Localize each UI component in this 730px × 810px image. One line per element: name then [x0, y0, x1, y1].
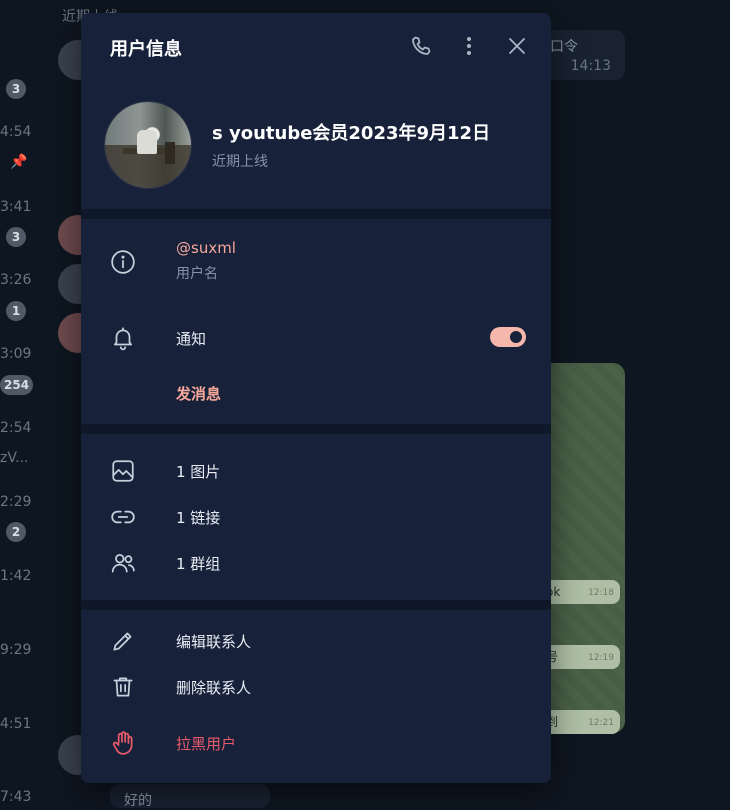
bg-message-time: 14:13 [570, 58, 611, 74]
bg-unread-badge: 2 [6, 522, 26, 542]
hand-stop-icon [110, 730, 136, 756]
send-message-button[interactable]: 发消息 [176, 383, 221, 404]
toggle-knob [508, 329, 524, 345]
bg-message: 到 12:21 [540, 710, 620, 734]
bg-unread-badge: 3 [6, 79, 26, 99]
notifications-toggle[interactable] [490, 327, 526, 347]
bg-message-time: 12:19 [588, 653, 614, 663]
bg-unread-badge: 1 [6, 301, 26, 321]
bg-chat-wallpaper [540, 363, 625, 733]
dialog-header: 用户信息 [81, 13, 551, 79]
delete-contact-row[interactable]: 删除联系人 [81, 664, 551, 708]
link-icon [110, 504, 136, 530]
bg-time: 3:09 [0, 346, 32, 362]
groups-count: 1 群组 [176, 555, 221, 573]
bg-unread-badge: 3 [6, 227, 26, 247]
photos-count: 1 图片 [176, 463, 221, 481]
profile-section: s youtube会员2023年9月12日 近期上线 [81, 79, 551, 209]
edit-contact-row[interactable]: 编辑联系人 [81, 618, 551, 662]
phone-icon[interactable] [409, 34, 433, 58]
bell-icon [110, 325, 136, 351]
users-icon [110, 550, 136, 576]
block-user-button[interactable]: 拉黑用户 [176, 733, 236, 754]
notifications-label: 通知 [176, 330, 207, 348]
bg-message-text: 口令 [550, 39, 578, 55]
links-count: 1 链接 [176, 509, 221, 527]
bg-time: 9:29 [0, 642, 32, 658]
bg-unread-badge: 254 [0, 375, 34, 395]
bg-time: 4:51 [0, 716, 32, 732]
dialog-title: 用户信息 [110, 39, 182, 60]
section-divider [81, 424, 551, 434]
username-caption: 用户名 [176, 266, 218, 282]
delete-contact-button[interactable]: 删除联系人 [176, 677, 251, 698]
bg-message: ok 12:18 [540, 580, 620, 604]
notifications-row[interactable]: 通知 [81, 315, 551, 359]
bg-time: 4:54 [0, 124, 32, 140]
bg-time: 1:42 [0, 568, 32, 584]
more-vertical-icon[interactable] [457, 34, 481, 58]
send-message-row[interactable]: 发消息 [81, 370, 551, 414]
bg-message-time: 12:21 [588, 718, 614, 728]
section-divider [81, 600, 551, 610]
bg-time: 2:29 [0, 494, 32, 510]
pencil-icon [110, 628, 136, 654]
bg-time: 2:54 [0, 420, 32, 436]
bg-message-time: 12:18 [588, 588, 614, 598]
bg-message-bubble: 口令 14:13 [540, 30, 625, 80]
media-groups-row[interactable]: 1 群组 [81, 540, 551, 584]
avatar-photo-detail [137, 130, 157, 154]
bg-message: 号 12:19 [540, 645, 620, 669]
pin-icon: 📌 [10, 154, 28, 170]
trash-icon [110, 674, 136, 700]
section-divider [81, 209, 551, 219]
username-row[interactable] [81, 239, 551, 283]
user-info-dialog: 用户信息 s youtube会员2023年9月12日 近期上线 @suxml 用… [81, 13, 551, 783]
profile-status: 近期上线 [212, 154, 268, 170]
block-user-row[interactable]: 拉黑用户 [81, 720, 551, 764]
bg-time: 3:26 [0, 272, 32, 288]
media-links-row[interactable]: 1 链接 [81, 494, 551, 538]
username-value[interactable]: @suxml [176, 239, 236, 257]
bg-snippet: zV... [0, 450, 29, 466]
close-icon[interactable] [505, 34, 529, 58]
avatar[interactable] [104, 101, 192, 189]
info-icon [110, 249, 136, 275]
image-icon [110, 458, 136, 484]
media-photos-row[interactable]: 1 图片 [81, 448, 551, 492]
edit-contact-button[interactable]: 编辑联系人 [176, 631, 251, 652]
bg-message-bubble: 好的 [110, 784, 270, 809]
avatar-photo-detail [165, 142, 175, 164]
bg-time: 7:43 [0, 789, 32, 805]
profile-name: s youtube会员2023年9月12日 [212, 123, 491, 144]
bg-time: 3:41 [0, 199, 32, 215]
bg-message-text: 好的 [124, 793, 152, 809]
